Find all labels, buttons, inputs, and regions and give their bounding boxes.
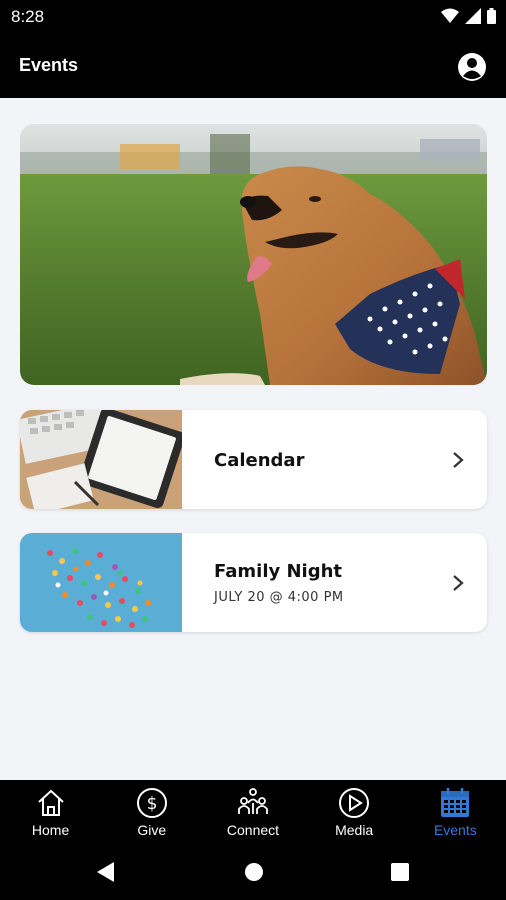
nav-label: Media — [335, 822, 374, 838]
status-time: 8:28 — [11, 7, 45, 26]
recents-icon[interactable] — [390, 862, 410, 882]
home-icon — [37, 789, 64, 816]
nav-label: Events — [433, 822, 477, 838]
status-icons — [441, 8, 496, 24]
people-icon — [238, 788, 268, 814]
family-night-card[interactable]: Family Night JULY 20 @ 4:00 PM — [20, 533, 487, 632]
hero-image[interactable] — [20, 124, 487, 385]
nav-home[interactable]: Home — [0, 780, 101, 848]
calendar-thumbnail — [20, 410, 182, 509]
calendar-card[interactable]: Calendar — [20, 410, 487, 509]
calendar-icon — [441, 788, 470, 817]
home-circle-icon[interactable] — [244, 862, 264, 882]
event-thumbnail — [20, 533, 182, 632]
card-title: Calendar — [214, 450, 305, 471]
system-navigation — [0, 848, 506, 900]
nav-label: Home — [31, 822, 70, 838]
main-content: Calendar Family Night JULY 20 @ 4:00 PM — [0, 98, 506, 780]
nav-give[interactable]: $ Give — [101, 780, 202, 848]
app-bar: Events — [0, 34, 506, 98]
chevron-right-icon — [453, 452, 464, 468]
back-icon[interactable] — [96, 861, 116, 883]
nav-events[interactable]: Events — [405, 780, 506, 848]
nav-media[interactable]: Media — [304, 780, 405, 848]
dollar-icon: $ — [136, 788, 167, 818]
dog-photo — [20, 124, 487, 385]
nav-label: Connect — [226, 822, 280, 838]
signal-icon — [465, 8, 481, 24]
play-icon — [339, 788, 370, 818]
profile-icon[interactable] — [457, 52, 487, 82]
page-title: Events — [19, 55, 79, 75]
card-title: Family Night — [214, 561, 343, 582]
chevron-right-icon — [453, 575, 464, 591]
wifi-icon — [441, 8, 459, 23]
nav-connect[interactable]: Connect — [202, 780, 303, 848]
nav-label: Give — [137, 822, 167, 838]
status-bar: 8:28 — [0, 0, 506, 34]
battery-icon — [487, 8, 496, 24]
svg-text:$: $ — [146, 794, 157, 814]
card-subtitle: JULY 20 @ 4:00 PM — [214, 590, 344, 605]
bottom-navigation: Home $ Give Connect Media Events — [0, 780, 506, 848]
